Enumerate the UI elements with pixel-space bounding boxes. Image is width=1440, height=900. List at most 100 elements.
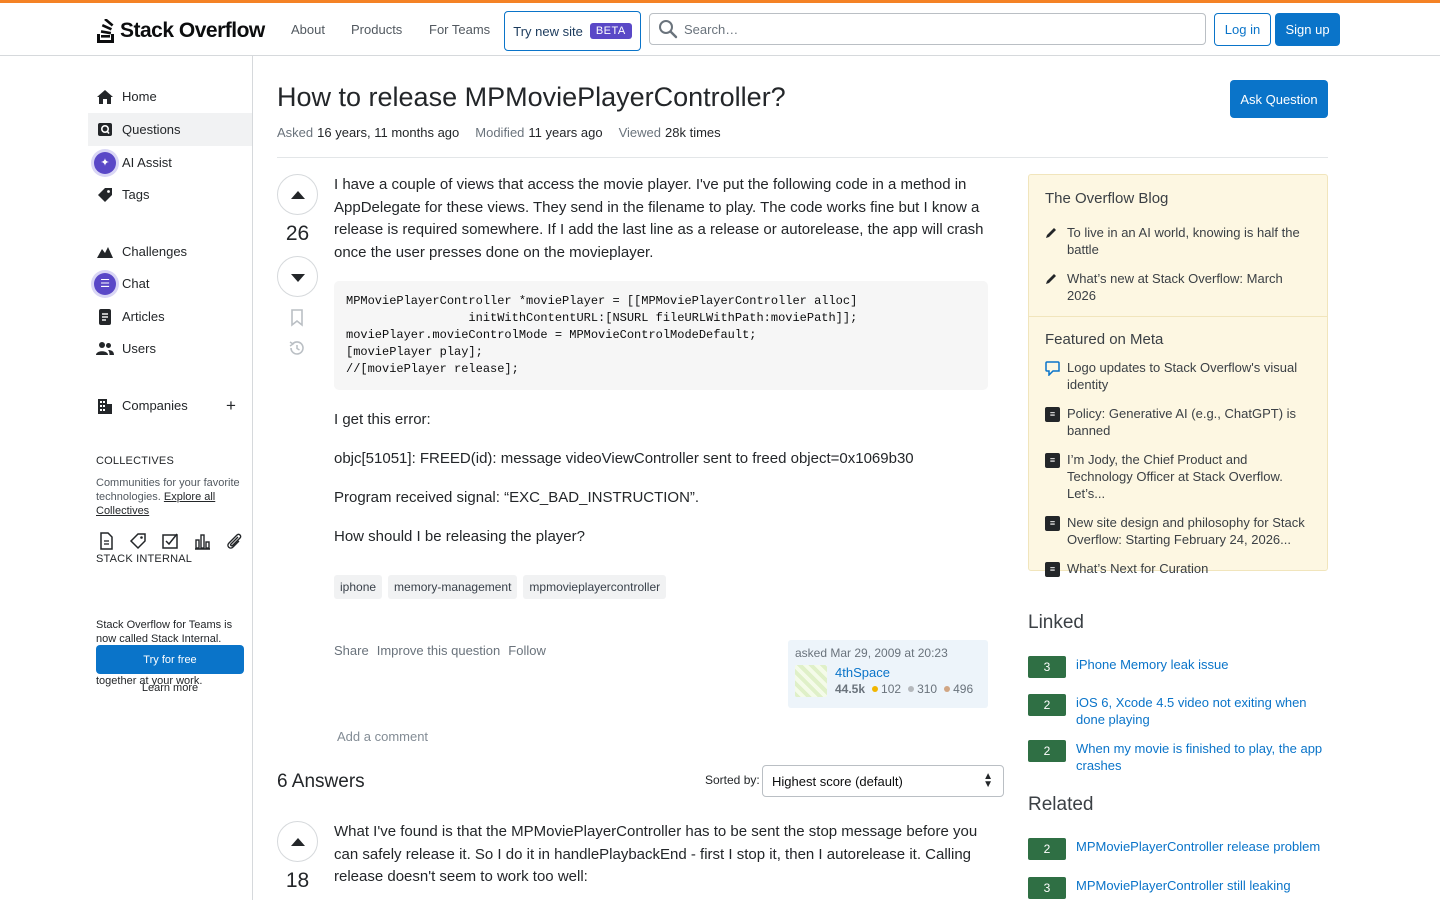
pencil-icon xyxy=(1045,270,1059,304)
home-icon xyxy=(96,88,114,106)
stack-logo-icon xyxy=(97,19,114,43)
meta-item[interactable]: ≡ New site design and philosophy for Sta… xyxy=(1029,514,1327,548)
related-question-link[interactable]: MPMoviePlayerController still leaking xyxy=(1076,877,1326,899)
collectives-heading: COLLECTIVES xyxy=(96,455,175,467)
meta-item[interactable]: ≡ What’s Next for Curation xyxy=(1029,560,1327,577)
login-button[interactable]: Log in xyxy=(1214,13,1271,46)
linked-question-link[interactable]: iPhone Memory leak issue xyxy=(1076,656,1326,678)
stack-exchange-icon: ≡ xyxy=(1045,407,1060,422)
sidebar-item-label: Challenges xyxy=(122,244,188,259)
overflow-blog-widget: The Overflow Blog To live in an AI world… xyxy=(1028,174,1328,577)
question-body-paragraph: How should I be releasing the player? xyxy=(334,528,585,545)
tag-outline-icon xyxy=(128,531,148,551)
sidebar-item-chat[interactable]: ☰ Chat xyxy=(88,267,252,300)
sidebar-item-home[interactable]: Home xyxy=(88,80,252,113)
select-arrows-icon: ▲ ▼ xyxy=(983,771,993,790)
blog-item[interactable]: What’s new at Stack Overflow: March 2026 xyxy=(1029,270,1327,304)
blog-heading: The Overflow Blog xyxy=(1045,190,1169,207)
ask-question-button[interactable]: Ask Question xyxy=(1230,80,1328,118)
question-body-paragraph: I have a couple of views that access the… xyxy=(334,176,984,261)
follow-link[interactable]: Follow xyxy=(508,643,546,658)
stack-exchange-icon: ≡ xyxy=(1045,453,1060,468)
avatar[interactable] xyxy=(795,665,827,697)
stack-internal-icons xyxy=(96,531,244,551)
sidebar-item-questions[interactable]: Questions xyxy=(88,113,252,146)
linked-item[interactable]: 2 When my movie is finished to play, the… xyxy=(1028,740,1328,774)
related-item[interactable]: 3 MPMoviePlayerController still leaking xyxy=(1028,877,1328,899)
sidebar-item-articles[interactable]: Articles xyxy=(88,300,252,333)
search-icon xyxy=(659,20,678,39)
question-meta: Asked 16 years, 11 months ago Modified 11 … xyxy=(277,125,721,140)
user-reputation: 44.5k 102 310 496 xyxy=(835,682,973,696)
question-body-paragraph: Program received signal: “EXC_BAD_INSTRU… xyxy=(334,489,700,506)
asker-user-card: asked Mar 29, 2009 at 20:23 4thSpace 44.… xyxy=(788,640,988,708)
signup-button[interactable]: Sign up xyxy=(1275,13,1340,46)
related-item[interactable]: 2 MPMoviePlayerController release proble… xyxy=(1028,838,1328,860)
users-icon xyxy=(96,340,114,358)
linked-item[interactable]: 2 iOS 6, Xcode 4.5 video not exiting whe… xyxy=(1028,694,1328,728)
linked-heading: Linked xyxy=(1028,612,1084,633)
nav-for-teams[interactable]: For Teams xyxy=(429,22,490,37)
sidebar-item-label: Chat xyxy=(122,276,150,291)
add-collective-plus-icon[interactable]: + xyxy=(226,396,236,416)
sidebar-item-label: Questions xyxy=(122,122,181,137)
user-name-link[interactable]: 4thSpace xyxy=(835,665,890,680)
search-input[interactable] xyxy=(684,21,1184,37)
header-divider xyxy=(277,157,1328,158)
pencil-icon xyxy=(1045,224,1059,258)
tag-icon xyxy=(96,186,114,204)
nav-about[interactable]: About xyxy=(291,22,325,37)
gold-badge-count: 102 xyxy=(881,682,902,696)
sort-select[interactable]: Highest score (default) ▲ ▼ xyxy=(762,765,1004,797)
add-comment-link[interactable]: Add a comment xyxy=(337,729,428,744)
search-box xyxy=(649,13,1206,45)
stack-exchange-icon: ≡ xyxy=(1045,562,1060,577)
question-title[interactable]: How to release MPMoviePlayerController? xyxy=(277,82,786,113)
linked-question-link[interactable]: iOS 6, Xcode 4.5 video not exiting when … xyxy=(1076,694,1326,728)
linked-question-link[interactable]: When my movie is finished to play, the a… xyxy=(1076,740,1326,774)
top-bar: Stack Overflow About Products For Teams … xyxy=(0,0,1440,56)
try-for-free-button[interactable]: Try for free xyxy=(96,645,244,674)
answer-upvote-button[interactable] xyxy=(277,821,318,862)
downvote-arrow-icon xyxy=(290,273,305,282)
link-score-badge: 2 xyxy=(1028,694,1066,716)
meta-item[interactable]: Logo updates to Stack Overflow's visual … xyxy=(1029,359,1327,393)
sidebar-item-users[interactable]: Users xyxy=(88,332,252,365)
share-link[interactable]: Share xyxy=(334,643,369,658)
meta-item[interactable]: ≡ I’m Jody, the Chief Product and Techno… xyxy=(1029,451,1327,502)
sidebar-item-tags[interactable]: Tags xyxy=(88,178,252,211)
tag-memory-management[interactable]: memory-management xyxy=(388,575,518,599)
logo-text: Stack Overflow xyxy=(120,19,265,42)
downvote-button[interactable] xyxy=(277,256,318,297)
related-question-link[interactable]: MPMoviePlayerController release problem xyxy=(1076,838,1326,860)
nav-products[interactable]: Products xyxy=(351,22,402,37)
blog-item[interactable]: To live in an AI world, knowing is half … xyxy=(1029,224,1327,258)
sidebar-item-ai-assist[interactable]: ✦ AI Assist xyxy=(88,146,252,179)
upvote-button[interactable] xyxy=(277,174,318,215)
site-logo[interactable]: Stack Overflow xyxy=(96,17,265,45)
questions-icon xyxy=(96,121,114,139)
tag-mpmovieplayercontroller[interactable]: mpmovieplayercontroller xyxy=(523,575,667,599)
history-icon[interactable] xyxy=(287,338,307,358)
linked-item[interactable]: 3 iPhone Memory leak issue xyxy=(1028,656,1328,678)
upvote-arrow-icon xyxy=(290,190,305,199)
sidebar-item-label: Users xyxy=(122,341,156,356)
checkbox-icon xyxy=(160,531,180,551)
tag-iphone[interactable]: iphone xyxy=(334,575,383,599)
meta-item[interactable]: ≡ Policy: Generative AI (e.g., ChatGPT) … xyxy=(1029,405,1327,439)
sort-label: Sorted by: xyxy=(705,773,760,787)
sidebar-item-challenges[interactable]: Challenges xyxy=(88,235,252,268)
post-actions: Share Improve this question Follow xyxy=(334,643,546,658)
learn-more-link[interactable]: Learn more xyxy=(96,682,244,694)
chat-icon: ☰ xyxy=(91,269,119,298)
improve-question-link[interactable]: Improve this question xyxy=(377,643,501,658)
bronze-badge-count: 496 xyxy=(953,682,974,696)
sort-selected-value: Highest score (default) xyxy=(772,773,903,789)
stack-internal-heading: STACK INTERNAL xyxy=(96,553,193,565)
bookmark-icon[interactable] xyxy=(287,308,307,328)
try-new-site-button[interactable]: Try new site BETA xyxy=(504,11,641,51)
question-body-paragraph: objc[51051]: FREED(id): message videoVie… xyxy=(334,450,914,467)
paperclip-icon xyxy=(224,531,244,551)
sidebar-item-label: AI Assist xyxy=(122,155,172,170)
silver-badge-count: 310 xyxy=(917,682,938,696)
